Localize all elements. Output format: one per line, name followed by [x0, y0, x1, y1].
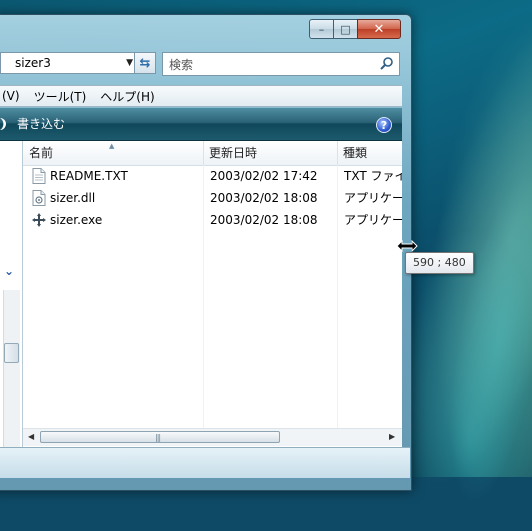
burn-button[interactable]: 書き込む	[0, 115, 65, 132]
menu-item-tools[interactable]: ツール(T)	[34, 88, 101, 105]
resize-size-tooltip: 590 ; 480	[405, 252, 474, 274]
nav-scrollbar[interactable]	[3, 290, 20, 447]
file-type: アプリケーション拡張	[344, 191, 402, 205]
chevron-down-icon[interactable]: ▼	[126, 58, 133, 68]
column-header-type[interactable]: 種類	[337, 141, 402, 165]
search-icon[interactable]	[379, 56, 395, 72]
sort-ascending-icon: ▲	[109, 142, 115, 150]
file-list: 名前 ▲ 更新日時 種類 README.TXT 2003/02/02 17:42…	[23, 141, 402, 447]
file-modified: 2003/02/02 17:42	[210, 169, 318, 183]
file-modified: 2003/02/02 18:08	[210, 213, 318, 227]
horizontal-scrollbar-thumb[interactable]: |||	[40, 431, 280, 443]
menu-item-help[interactable]: ヘルプ(H)	[100, 88, 162, 105]
column-header-row: 名前 ▲ 更新日時 種類	[23, 141, 402, 166]
column-header-label: 種類	[343, 146, 368, 160]
scroll-left-icon[interactable]: ◀	[28, 432, 34, 441]
chevron-down-icon[interactable]: ⌄	[4, 264, 14, 278]
help-icon[interactable]: ?	[376, 117, 392, 133]
menu-bar: (V) ツール(T) ヘルプ(H)	[0, 85, 402, 107]
command-bar: 書き込む ?	[0, 108, 402, 141]
file-modified: 2003/02/02 18:08	[210, 191, 318, 205]
refresh-button[interactable]: ⇆	[134, 52, 156, 74]
menu-item-view[interactable]: (V)	[2, 89, 34, 103]
file-type: アプリケーション	[344, 213, 402, 227]
exe-file-icon	[32, 213, 46, 227]
disc-icon	[0, 117, 6, 130]
column-header-label: 名前	[29, 146, 54, 160]
search-input[interactable]	[167, 55, 371, 75]
grip-icon: |||	[155, 433, 161, 442]
column-header-label: 更新日時	[209, 146, 258, 160]
caption-buttons: – □ ✕	[309, 19, 401, 39]
close-button[interactable]: ✕	[357, 19, 401, 39]
column-header-modified[interactable]: 更新日時	[203, 141, 337, 165]
file-row[interactable]: sizer.dll 2003/02/02 18:08 アプリケーション拡張	[23, 187, 402, 209]
file-name: sizer.exe	[50, 213, 103, 227]
file-type: TXT ファイル	[344, 169, 402, 183]
address-path: sizer3	[15, 56, 51, 70]
refresh-icon: ⇆	[139, 55, 151, 71]
horizontal-resize-cursor-icon	[396, 240, 418, 252]
file-name: sizer.dll	[50, 191, 96, 205]
address-bar[interactable]: sizer3 ▼	[0, 52, 138, 74]
file-row[interactable]: sizer.exe 2003/02/02 18:08 アプリケーション	[23, 209, 402, 231]
dll-file-icon	[32, 190, 46, 206]
file-row[interactable]: README.TXT 2003/02/02 17:42 TXT ファイル	[23, 165, 402, 187]
file-name: README.TXT	[50, 169, 128, 183]
details-pane	[0, 447, 410, 478]
burn-label: 書き込む	[17, 117, 66, 131]
maximize-button[interactable]: □	[333, 19, 357, 39]
search-box[interactable]	[162, 52, 400, 76]
scroll-right-icon[interactable]: ▶	[389, 432, 395, 441]
minimize-button[interactable]: –	[309, 19, 333, 39]
nav-scrollbar-thumb[interactable]	[4, 343, 19, 363]
text-file-icon	[32, 168, 46, 184]
horizontal-scrollbar[interactable]: ◀ ||| ▶	[23, 428, 402, 446]
